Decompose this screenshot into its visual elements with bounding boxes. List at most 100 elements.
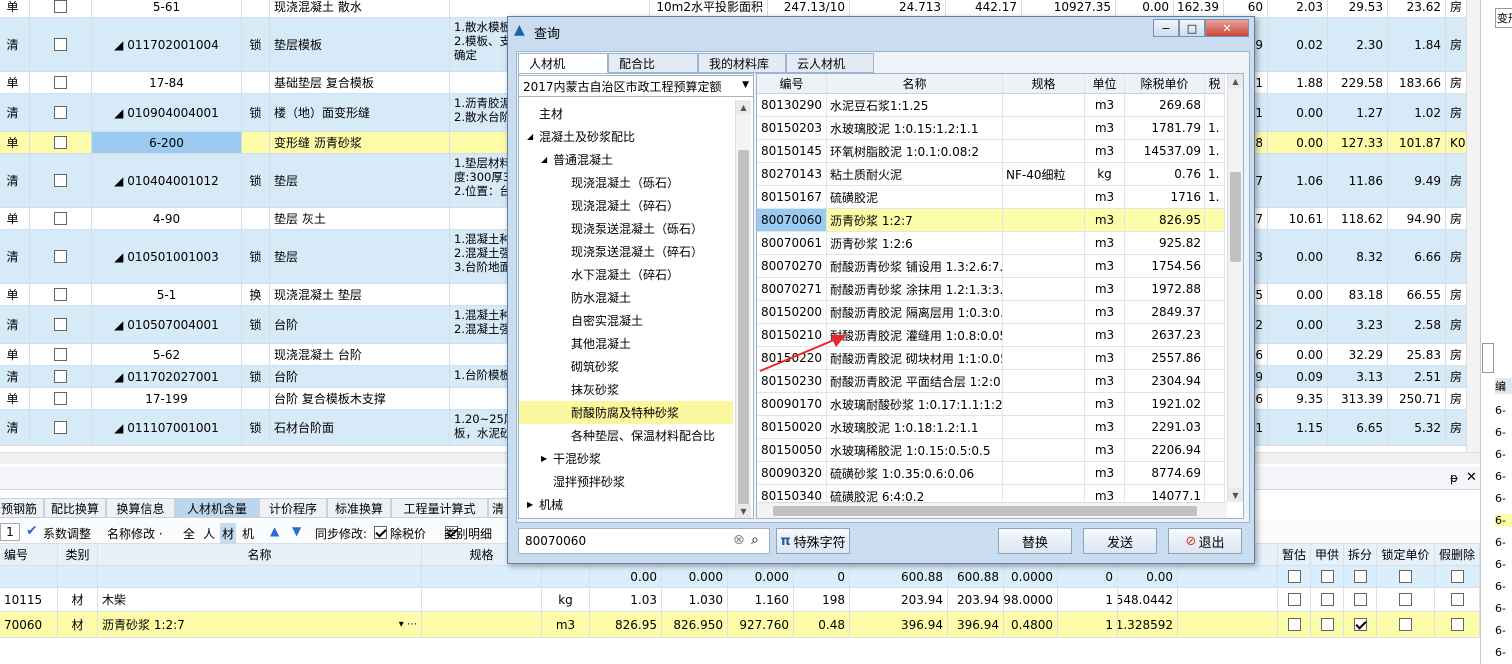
tree-node[interactable]: 各种垫层、保温材料配合比 xyxy=(519,424,733,447)
zangu-checkbox[interactable] xyxy=(1287,593,1301,606)
tree-node[interactable]: ◢ 普通混凝土 xyxy=(519,148,733,171)
tree-node[interactable]: 砌筑砂浆 xyxy=(519,355,733,378)
tree-node[interactable]: 水下混凝土（碎石） xyxy=(519,263,733,286)
pin-icon[interactable]: ᵽ xyxy=(1450,471,1458,485)
chaifen-checkbox[interactable] xyxy=(1353,593,1367,606)
scroll-up-icon[interactable]: ▲ xyxy=(1228,74,1243,88)
right-strip-item[interactable]: 6- xyxy=(1495,646,1512,659)
flag-cell[interactable] xyxy=(1278,566,1311,587)
dialog-tab[interactable]: 配合比 xyxy=(608,53,698,73)
fake-delete-checkbox[interactable] xyxy=(1450,618,1464,631)
flag-cell[interactable] xyxy=(1311,566,1344,587)
right-strip-item[interactable]: 6- xyxy=(1495,624,1512,637)
row-checkbox[interactable] xyxy=(54,250,67,263)
row-checkbox-cell[interactable] xyxy=(30,284,92,305)
tree-node[interactable]: 现浇泵送混凝土（碎石） xyxy=(519,240,733,263)
lock-price-checkbox[interactable] xyxy=(1399,618,1412,631)
row-checkbox[interactable] xyxy=(54,136,67,149)
right-strip-item[interactable]: 6- xyxy=(1495,514,1512,527)
right-strip-item[interactable]: 6- xyxy=(1495,426,1512,439)
row-checkbox[interactable] xyxy=(54,392,67,405)
bottom-tab[interactable]: 清 xyxy=(488,498,508,518)
expand-icon[interactable]: ▶ xyxy=(527,500,539,509)
bottom-tab[interactable]: 配比换算 xyxy=(44,498,106,518)
row-checkbox-cell[interactable] xyxy=(30,132,92,153)
row-checkbox[interactable] xyxy=(54,288,67,301)
list-hscroll-thumb[interactable] xyxy=(773,506,1197,516)
bottom-tab[interactable]: 预钢筋 xyxy=(0,498,44,518)
scroll-down-icon[interactable]: ▼ xyxy=(736,504,751,518)
flag-cell[interactable] xyxy=(1344,612,1377,637)
right-strip-item[interactable]: 6- xyxy=(1495,558,1512,571)
row-checkbox-cell[interactable] xyxy=(30,72,92,93)
row-checkbox[interactable] xyxy=(54,76,67,89)
chaifen-checkbox[interactable] xyxy=(1353,618,1367,631)
list-item[interactable]: 80070061 沥青砂浆 1:2:6 m3 925.82 xyxy=(757,232,1225,255)
tree-node[interactable]: 现浇泵送混凝土（砾石） xyxy=(519,217,733,240)
row-checkbox[interactable] xyxy=(54,174,67,187)
row-checkbox-cell[interactable] xyxy=(30,0,92,17)
list-item[interactable]: 80150050 水玻璃稀胶泥 1:0.15:0.5:0.5 m3 2206.94 xyxy=(757,439,1225,462)
lock-price-checkbox[interactable] xyxy=(1399,593,1412,606)
flag-cell[interactable] xyxy=(1311,588,1344,611)
row-checkbox[interactable] xyxy=(54,318,67,331)
jiagong-checkbox[interactable] xyxy=(1320,618,1334,631)
right-strip-scroll-box[interactable] xyxy=(1482,343,1494,373)
tree-scrollbar[interactable]: ▲ ▼ xyxy=(735,100,751,518)
dialog-title-bar[interactable]: ▲ 查询 xyxy=(508,17,1254,47)
tree-node[interactable]: 现浇混凝土（砾石） xyxy=(519,171,733,194)
special-chars-button[interactable]: π 特殊字符 xyxy=(776,528,850,554)
row-checkbox-cell[interactable] xyxy=(30,230,92,283)
tree-node[interactable]: ▶ 机械 xyxy=(519,493,733,516)
zangu-checkbox[interactable] xyxy=(1287,570,1301,583)
right-strip-item[interactable]: 6- xyxy=(1495,448,1512,461)
list-item[interactable]: 80090320 硫磺砂浆 1:0.35:0.6:0.06 m3 8774.69 xyxy=(757,462,1225,485)
row-checkbox[interactable] xyxy=(54,370,67,383)
flag-cell[interactable] xyxy=(1278,588,1311,611)
dialog-tab[interactable]: 人材机 xyxy=(518,53,608,73)
list-item[interactable]: 80070060 沥青砂浆 1:2:7 m3 826.95 xyxy=(757,209,1225,232)
close-button[interactable]: ✕ xyxy=(1205,19,1249,37)
exit-button[interactable]: ⊘ 退出 xyxy=(1168,528,1242,554)
move-down-icon[interactable]: ▼ xyxy=(292,524,301,538)
tree-node[interactable]: 湿拌预拌砂浆 xyxy=(519,470,733,493)
bottom-tab[interactable]: 人材机含量 xyxy=(175,498,259,518)
bottom-tab[interactable]: 标准换算 xyxy=(327,498,391,518)
filter-cai[interactable]: 材 xyxy=(220,523,237,544)
list-item[interactable]: 80270143 粘土质耐火泥 NF-40细粒 kg 0.76 1. xyxy=(757,163,1225,186)
main-vertical-scrollbar[interactable] xyxy=(1466,0,1480,452)
tree-node[interactable]: 其他混凝土 xyxy=(519,332,733,355)
flag-cell[interactable] xyxy=(1311,612,1344,637)
zangu-checkbox[interactable] xyxy=(1287,618,1301,631)
bottom-tab[interactable]: 换算信息 xyxy=(106,498,175,518)
row-checkbox-cell[interactable] xyxy=(30,18,92,71)
row-checkbox[interactable] xyxy=(54,348,67,361)
flag-cell[interactable] xyxy=(1344,566,1377,587)
tree-node[interactable]: 自密实混凝土 xyxy=(519,309,733,332)
tree-node[interactable]: 抹灰砂浆 xyxy=(519,378,733,401)
scroll-up-icon[interactable]: ▲ xyxy=(736,100,751,114)
replace-button[interactable]: 替换 xyxy=(998,528,1072,554)
search-icon[interactable]: ⌕ xyxy=(751,532,759,548)
row-checkbox[interactable] xyxy=(54,421,67,434)
row-checkbox-cell[interactable] xyxy=(30,154,92,207)
list-scroll-thumb[interactable] xyxy=(1230,172,1241,262)
jiagong-checkbox[interactable] xyxy=(1320,570,1334,583)
row-checkbox-cell[interactable] xyxy=(30,410,92,445)
list-item[interactable]: 80150020 水玻璃胶泥 1:0.18:1.2:1.1 m3 2291.03 xyxy=(757,416,1225,439)
table-row[interactable]: 10115材木柴kg1.031.0301.160198203.94203.941… xyxy=(0,588,1480,612)
clear-icon[interactable]: ⊗ xyxy=(733,532,745,548)
dialog-tab[interactable]: 我的材料库 xyxy=(698,53,786,73)
collapse-icon[interactable]: ◢ xyxy=(541,155,553,164)
fake-delete-checkbox[interactable] xyxy=(1450,593,1464,606)
chaifen-checkbox[interactable] xyxy=(1353,570,1367,583)
list-item[interactable]: 80090170 水玻璃耐酸砂浆 1:0.17:1.1:1:2.6 m3 1921.0… xyxy=(757,393,1225,416)
right-strip-item[interactable]: 6- xyxy=(1495,404,1512,417)
flag-cell[interactable] xyxy=(1435,566,1480,587)
search-input[interactable]: 80070060 ⊗ ⌕ xyxy=(518,528,770,554)
right-strip-item[interactable]: 6- xyxy=(1495,536,1512,549)
tree-node[interactable]: 防水混凝土 xyxy=(519,286,733,309)
row-checkbox[interactable] xyxy=(54,0,67,13)
bottom-tab[interactable]: 计价程序 xyxy=(259,498,327,518)
quota-select[interactable]: 2017内蒙古自治区市政工程预算定额 ▼ xyxy=(518,75,754,97)
